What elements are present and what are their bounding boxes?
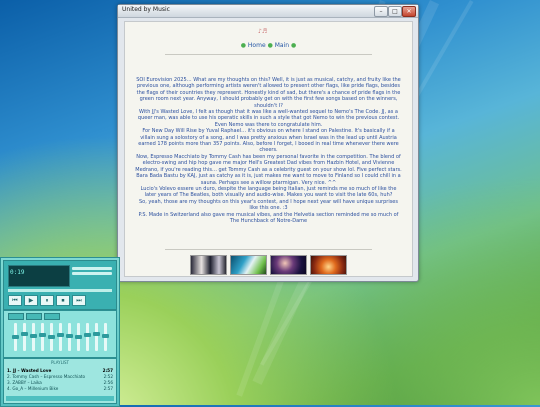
eq-band-knob[interactable] — [12, 335, 19, 339]
eq-band-slider[interactable] — [93, 323, 100, 351]
thumbnail-strip — [190, 255, 347, 275]
paragraph: Lucio's Volevo essere un duro, despite t… — [140, 185, 397, 199]
equalizer-panel — [3, 310, 117, 358]
bullet-icon: ● — [240, 42, 246, 49]
eq-band-knob[interactable] — [48, 334, 55, 339]
nav-link-main[interactable]: Main — [275, 42, 289, 49]
playback-time: 0:19 — [10, 269, 25, 276]
divider — [165, 54, 372, 55]
browser-window: United by Music – □ ✕ ♪♬ ● Home ● Main ●… — [117, 4, 419, 282]
thumbnail-image[interactable] — [310, 255, 347, 275]
eq-band-slider[interactable] — [12, 323, 19, 351]
web-page: ♪♬ ● Home ● Main ● SOI Eurovision 2025… … — [124, 21, 413, 277]
eq-on-toggle[interactable] — [8, 313, 24, 320]
eq-band-slider[interactable] — [66, 323, 73, 351]
site-logo[interactable]: ♪♬ — [258, 28, 267, 35]
paragraph: For New Day Will Rise by Yuval Raphael… … — [138, 128, 399, 154]
paragraph: Bara Bada Bastu by KAJ, just as catchy a… — [136, 173, 401, 186]
player-controls: ⏮ ▶ ⏸ ⏹ ⏭ — [8, 295, 86, 306]
playlist-footer-bar — [6, 396, 114, 401]
eq-band-slider[interactable] — [57, 323, 64, 351]
media-player: 0:19 ⏮ ▶ ⏸ ⏹ ⏭ PLAYLIST 1. JJ – Wasted L… — [0, 257, 120, 407]
maximize-button[interactable]: □ — [388, 6, 402, 17]
paragraph: P.S. Made in Switzerland also gave me mu… — [138, 211, 399, 224]
bullet-icon: ● — [267, 42, 273, 49]
eq-band-knob[interactable] — [21, 332, 28, 337]
divider — [165, 249, 372, 250]
volume-slider[interactable] — [72, 267, 112, 270]
volume-balance-sliders[interactable] — [72, 267, 112, 281]
paragraph: Now, Espresso Macchiato by Tommy Cash ha… — [135, 153, 402, 173]
thumbnail-image[interactable] — [270, 255, 307, 275]
eq-band-slider[interactable] — [102, 323, 109, 351]
track-name: 4. Go_A – Millenium Bike — [7, 386, 59, 391]
eq-band-slider[interactable] — [48, 323, 55, 351]
balance-slider[interactable] — [72, 272, 112, 275]
stop-button[interactable]: ⏹ — [56, 295, 70, 306]
eq-band-knob[interactable] — [84, 333, 91, 338]
eq-band-knob[interactable] — [30, 333, 37, 338]
playlist-track[interactable]: 1. JJ – Wasted Love 2:57 — [7, 368, 113, 373]
article-body: SOI Eurovision 2025… What are my thought… — [135, 77, 402, 224]
playlist-track[interactable]: 2. Tommy Cash – Espresso Macchiato 2:52 — [7, 374, 113, 379]
eq-band-slider[interactable] — [39, 323, 46, 351]
equalizer-toggles — [8, 313, 60, 320]
close-button[interactable]: ✕ — [402, 6, 416, 17]
paragraph: SOI Eurovision 2025… What are my thought… — [136, 77, 401, 109]
window-title: United by Music — [122, 6, 170, 13]
track-duration: 2:56 — [103, 380, 113, 385]
pause-button[interactable]: ⏸ — [40, 295, 54, 306]
paragraph: With JJ's Wasted Love, I felt as though … — [137, 109, 400, 128]
player-main-panel: 0:19 ⏮ ▶ ⏸ ⏹ ⏭ — [3, 260, 117, 310]
eq-band-slider[interactable] — [30, 323, 37, 351]
eq-presets-button[interactable] — [44, 313, 60, 320]
eq-band-knob[interactable] — [39, 333, 46, 338]
previous-button[interactable]: ⏮ — [8, 295, 22, 306]
nav-link-home[interactable]: Home — [248, 42, 266, 49]
paragraph: So, yeah, those are my thoughts on this … — [139, 198, 398, 212]
eq-auto-toggle[interactable] — [26, 313, 42, 320]
track-name: 3. ZABBY – Laika — [7, 380, 42, 385]
eq-band-knob[interactable] — [93, 332, 100, 337]
thumbnail-image[interactable] — [230, 255, 267, 275]
eq-band-slider[interactable] — [84, 323, 91, 351]
eq-band-knob[interactable] — [66, 333, 73, 338]
track-name: 1. JJ – Wasted Love — [7, 368, 52, 373]
eq-band-knob[interactable] — [75, 335, 82, 339]
equalizer-bands — [12, 323, 109, 351]
playlist-track[interactable]: 3. ZABBY – Laika 2:56 — [7, 380, 113, 385]
next-button[interactable]: ⏭ — [72, 295, 86, 306]
track-duration: 2:57 — [102, 368, 113, 373]
track-duration: 2:57 — [103, 386, 113, 391]
minimize-button[interactable]: – — [374, 6, 388, 17]
window-titlebar[interactable]: United by Music – □ ✕ — [118, 5, 418, 18]
eq-band-slider[interactable] — [21, 323, 28, 351]
bullet-icon: ● — [290, 42, 297, 49]
playlist-panel: PLAYLIST 1. JJ – Wasted Love 2:57 2. Tom… — [3, 358, 117, 404]
track-duration: 2:52 — [103, 374, 113, 379]
playlist-track[interactable]: 4. Go_A – Millenium Bike 2:57 — [7, 386, 113, 391]
eq-band-knob[interactable] — [57, 332, 64, 337]
play-button[interactable]: ▶ — [24, 295, 38, 306]
eq-band-slider[interactable] — [75, 323, 82, 351]
playlist-title: PLAYLIST — [51, 360, 69, 365]
thumbnail-image[interactable] — [190, 255, 227, 275]
seek-bar[interactable] — [8, 289, 112, 292]
site-nav: ● Home ● Main ● — [125, 42, 412, 49]
eq-band-knob[interactable] — [102, 333, 109, 338]
track-name: 2. Tommy Cash – Espresso Macchiato — [7, 374, 86, 379]
